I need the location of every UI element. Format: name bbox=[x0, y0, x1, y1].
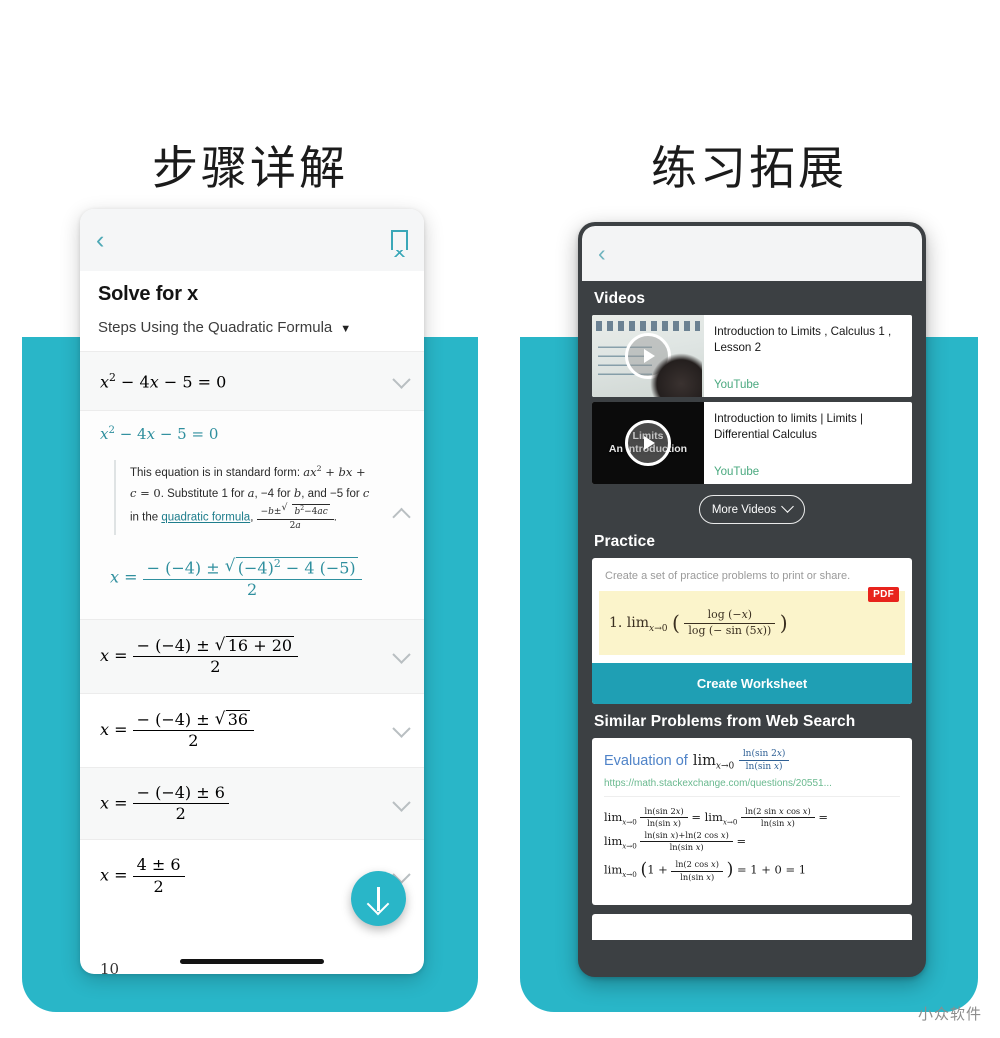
step-expression: x2 − 4x − 5 = 0 bbox=[100, 370, 227, 392]
section-heading-practice: Practice bbox=[594, 533, 656, 550]
phone-mock-practice: ‹ Videos Introduction to Limits , Calcul… bbox=[578, 222, 926, 977]
play-icon[interactable] bbox=[625, 420, 671, 466]
promo-panel-steps: 步骤详解 ‹ Solve for x Steps Using the Quadr… bbox=[22, 24, 478, 1012]
practice-description: Create a set of practice problems to pri… bbox=[605, 570, 851, 582]
chevron-down-icon[interactable] bbox=[392, 370, 411, 389]
math-line: limx→0 ln(sin x)+ln(2 cos x) ln(sin x) = bbox=[604, 829, 747, 853]
home-indicator bbox=[180, 959, 324, 964]
chevron-down-icon: ▼ bbox=[340, 323, 352, 335]
practice-card: Create a set of practice problems to pri… bbox=[592, 558, 912, 704]
video-title: Introduction to Limits , Calculus 1 , Le… bbox=[714, 325, 892, 354]
step-expression: x = − (−4) ± 62 bbox=[100, 783, 229, 824]
method-label: Steps Using the Quadratic Formula bbox=[98, 319, 333, 336]
video-source: YouTube bbox=[714, 379, 760, 391]
similar-title-prefix: Evaluation of bbox=[604, 752, 688, 769]
play-icon[interactable] bbox=[625, 333, 671, 379]
step-expression: x = − (−4) ± 16 + 202 bbox=[100, 635, 299, 677]
pdf-badge: PDF bbox=[868, 587, 899, 602]
step-expression: x = − (−4) ± 362 bbox=[100, 709, 255, 751]
panel-title-steps: 步骤详解 bbox=[152, 141, 348, 195]
step-row[interactable]: x = − (−4) ± 16 + 202 bbox=[80, 619, 424, 693]
bookmark-icon[interactable] bbox=[391, 230, 408, 257]
chevron-left-icon[interactable]: ‹ bbox=[598, 240, 606, 267]
app-bar: ‹ bbox=[80, 209, 424, 271]
panel-title-practice: 练习拓展 bbox=[651, 141, 847, 195]
section-heading-similar: Similar Problems from Web Search bbox=[594, 713, 856, 730]
step-result: x = − (−4) ± (−4)2 − 4 (−5) 2 bbox=[110, 556, 384, 599]
chevron-up-icon[interactable] bbox=[392, 507, 411, 527]
step-row[interactable]: x = − (−4) ± 362 bbox=[80, 692, 424, 767]
solve-header: Solve for x Steps Using the Quadratic Fo… bbox=[80, 271, 424, 351]
step-explanation: This equation is in standard form: ax2 +… bbox=[114, 460, 384, 535]
download-button[interactable] bbox=[351, 871, 406, 926]
similar-problem-body: limx→0 ln(sin 2x) ln(sin x) = limx→0 ln(2… bbox=[604, 806, 900, 889]
promo-panel-practice: 练习拓展 ‹ Videos Introduction to Limits , C… bbox=[520, 24, 978, 1012]
video-thumbnail[interactable] bbox=[592, 315, 704, 397]
practice-problem-expression: 1. limx→0 ( log (−x) log (− sin (5x)) ) bbox=[609, 607, 788, 637]
step-expression: x = 4 ± 62 bbox=[100, 856, 185, 896]
video-source: YouTube bbox=[714, 466, 760, 478]
step-row-expanded[interactable]: x2 − 4x − 5 = 0 This equation is in stan… bbox=[80, 410, 424, 620]
method-selector[interactable]: Steps Using the Quadratic Formula ▼ bbox=[98, 319, 406, 351]
phone-screen: ‹ Videos Introduction to Limits , Calcul… bbox=[582, 226, 922, 973]
step-row[interactable]: x2 − 4x − 5 = 0 bbox=[80, 351, 424, 410]
step-row[interactable]: x = − (−4) ± 62 bbox=[80, 766, 424, 840]
section-heading-videos: Videos bbox=[594, 290, 646, 307]
chevron-down-icon bbox=[781, 500, 795, 513]
screenshot-root: 步骤详解 ‹ Solve for x Steps Using the Quadr… bbox=[0, 0, 1000, 1038]
math-result: = 1 + 0 = 1 bbox=[736, 863, 807, 878]
chevron-down-icon[interactable] bbox=[392, 645, 411, 665]
more-videos-label: More Videos bbox=[711, 503, 777, 516]
chevron-down-icon[interactable] bbox=[392, 719, 411, 739]
phone-mock-steps: ‹ Solve for x Steps Using the Quadratic … bbox=[80, 209, 424, 974]
clipped-step-text: 10 bbox=[100, 960, 120, 974]
practice-problem-preview: PDF 1. limx→0 ( log (−x) log (− sin (5x)… bbox=[599, 587, 905, 655]
math-line: limx→0 ln(sin 2x) ln(sin x) = limx→0 ln(2… bbox=[604, 805, 828, 829]
watermark: 小众软件 bbox=[917, 1005, 982, 1023]
chevron-down-icon[interactable] bbox=[392, 793, 411, 812]
video-list-item[interactable]: Introduction to Limits , Calculus 1 , Le… bbox=[592, 315, 912, 397]
thumbnail-art bbox=[596, 321, 700, 331]
more-videos-button[interactable]: More Videos bbox=[699, 495, 805, 524]
video-list-item[interactable]: Limits An Introduction Introduction to li… bbox=[592, 402, 912, 484]
math-line: limx→0 (1 + ln(2 cos x) ln(sin x) ) = 1 +… bbox=[604, 859, 807, 882]
step-expression: x2 − 4x − 5 = 0 bbox=[100, 425, 219, 443]
video-meta: Introduction to Limits , Calculus 1 , Le… bbox=[704, 315, 912, 397]
video-meta: Introduction to limits | Limits | Differ… bbox=[704, 402, 912, 484]
download-arrow-icon bbox=[377, 886, 380, 911]
create-worksheet-button[interactable]: Create Worksheet bbox=[592, 663, 912, 704]
app-bar: ‹ bbox=[582, 226, 922, 281]
explanation-text: This equation is in standard form: ax2 +… bbox=[130, 462, 372, 531]
video-title: Introduction to limits | Limits | Differ… bbox=[714, 412, 864, 441]
similar-title-math: limx→0 ln(sin 2x) ln(sin x) bbox=[693, 749, 790, 773]
quadratic-formula-link[interactable]: quadratic formula bbox=[161, 512, 250, 524]
similar-problem-title[interactable]: Evaluation of limx→0 ln(sin 2x) ln(sin x… bbox=[604, 749, 900, 773]
next-card-stub bbox=[592, 913, 912, 940]
chevron-left-icon[interactable]: ‹ bbox=[96, 227, 104, 253]
video-thumbnail[interactable]: Limits An Introduction bbox=[592, 402, 704, 484]
similar-problem-card[interactable]: Evaluation of limx→0 ln(sin 2x) ln(sin x… bbox=[592, 738, 912, 905]
quadratic-formula: −b±b2−4ac 2a bbox=[256, 503, 334, 531]
similar-problem-url: https://math.stackexchange.com/questions… bbox=[604, 778, 900, 797]
page-title: Solve for x bbox=[98, 283, 199, 305]
